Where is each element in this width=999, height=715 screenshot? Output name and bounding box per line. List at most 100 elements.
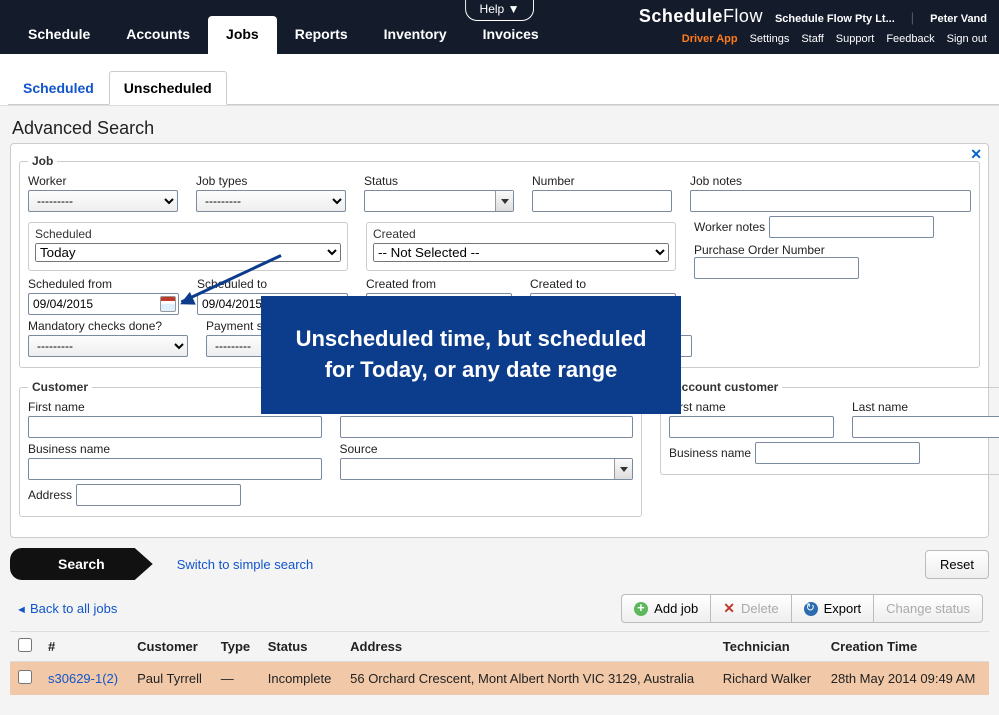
chevron-down-icon[interactable] <box>614 459 632 479</box>
acct-first-name-label: First name <box>669 400 834 414</box>
job-types-label: Job types <box>196 174 346 188</box>
customer-legend: Customer <box>28 380 92 394</box>
scheduled-from-label: Scheduled from <box>28 277 179 291</box>
acct-business-input[interactable] <box>755 442 920 464</box>
list-toolbar: Back to all jobs Add job ✕Delete Export … <box>10 580 989 631</box>
subtab-scheduled[interactable]: Scheduled <box>8 71 109 105</box>
content-area: Advanced Search ✕ Job Worker --------- J… <box>0 106 999 715</box>
link-driver-app[interactable]: Driver App <box>682 33 738 45</box>
chevron-down-icon[interactable] <box>495 191 513 211</box>
col-technician[interactable]: Technician <box>715 632 823 662</box>
acct-last-name-input[interactable] <box>852 416 999 438</box>
reset-button[interactable]: Reset <box>925 550 989 579</box>
col-num[interactable]: # <box>40 632 129 662</box>
nav-jobs[interactable]: Jobs <box>208 16 277 54</box>
created-group: Created -- Not Selected -- <box>366 222 676 271</box>
export-button[interactable]: Export <box>792 594 875 623</box>
cust-source-label: Source <box>340 442 634 456</box>
jobs-table: # Customer Type Status Address Technicia… <box>10 631 989 695</box>
mandatory-checks-select[interactable]: --------- <box>28 335 188 357</box>
worker-select[interactable]: --------- <box>28 190 178 212</box>
advanced-search-title: Advanced Search <box>12 118 989 139</box>
job-notes-input[interactable] <box>690 190 971 212</box>
cust-business-input[interactable] <box>28 458 322 480</box>
nav-inventory[interactable]: Inventory <box>366 16 465 54</box>
job-legend: Job <box>28 154 57 168</box>
cell-customer: Paul Tyrrell <box>129 662 213 696</box>
cust-first-name-input[interactable] <box>28 416 322 438</box>
po-number-input[interactable] <box>694 257 859 279</box>
cust-source-input[interactable] <box>340 458 634 480</box>
account-customer-legend: Account customer <box>669 380 782 394</box>
acct-business-label: Business name <box>669 446 751 460</box>
change-status-button[interactable]: Change status <box>874 594 983 623</box>
status-input[interactable] <box>364 190 514 212</box>
created-to-label: Created to <box>530 277 676 291</box>
nav-accounts[interactable]: Accounts <box>108 16 208 54</box>
separator: | <box>911 10 914 25</box>
number-label: Number <box>532 174 672 188</box>
delete-button[interactable]: ✕Delete <box>711 594 791 623</box>
main-nav: Schedule Accounts Jobs Reports Inventory… <box>10 16 557 54</box>
export-icon <box>804 602 818 616</box>
col-type[interactable]: Type <box>213 632 260 662</box>
acct-last-name-label: Last name <box>852 400 999 414</box>
po-number-label: Purchase Order Number <box>694 243 825 257</box>
job-notes-label: Job notes <box>690 174 971 188</box>
add-job-button[interactable]: Add job <box>621 594 711 623</box>
worker-notes-label: Worker notes <box>694 220 765 234</box>
search-button[interactable]: Search <box>10 548 153 580</box>
job-id-link[interactable]: s30629-1(2) <box>48 671 118 686</box>
cell-creation: 28th May 2014 09:49 AM <box>823 662 989 696</box>
cust-last-name-input[interactable] <box>340 416 634 438</box>
link-sign-out[interactable]: Sign out <box>947 33 987 45</box>
sub-tab-area: Scheduled Unscheduled <box>0 54 999 106</box>
link-support[interactable]: Support <box>836 33 875 45</box>
created-group-label: Created <box>373 227 669 241</box>
number-input[interactable] <box>532 190 672 212</box>
status-label: Status <box>364 174 514 188</box>
scheduled-select[interactable]: Today <box>35 243 341 262</box>
nav-reports[interactable]: Reports <box>277 16 366 54</box>
acct-first-name-input[interactable] <box>669 416 834 438</box>
link-settings[interactable]: Settings <box>750 33 790 45</box>
back-to-jobs-link[interactable]: Back to all jobs <box>16 601 117 616</box>
job-types-select[interactable]: --------- <box>196 190 346 212</box>
link-feedback[interactable]: Feedback <box>886 33 934 45</box>
cell-technician: Richard Walker <box>715 662 823 696</box>
x-icon: ✕ <box>723 600 735 617</box>
table-row[interactable]: s30629-1(2) Paul Tyrrell — Incomplete 56… <box>10 662 989 696</box>
col-customer[interactable]: Customer <box>129 632 213 662</box>
cell-type: — <box>213 662 260 696</box>
close-icon[interactable]: ✕ <box>970 146 982 163</box>
col-creation[interactable]: Creation Time <box>823 632 989 662</box>
select-all-checkbox[interactable] <box>18 638 32 652</box>
cell-status: Incomplete <box>260 662 342 696</box>
scheduled-from-input[interactable] <box>28 293 179 315</box>
search-actions: Search Switch to simple search Reset <box>10 548 989 580</box>
calendar-icon[interactable] <box>160 296 176 312</box>
switch-simple-link[interactable]: Switch to simple search <box>177 557 314 572</box>
user-name[interactable]: Peter Vand <box>930 13 987 25</box>
cust-address-input[interactable] <box>76 484 241 506</box>
row-checkbox[interactable] <box>18 670 32 684</box>
col-status[interactable]: Status <box>260 632 342 662</box>
scheduled-group-label: Scheduled <box>35 227 341 241</box>
worker-notes-input[interactable] <box>769 216 934 238</box>
cust-address-label: Address <box>28 488 72 502</box>
subtab-unscheduled[interactable]: Unscheduled <box>109 71 227 105</box>
brand-area: ScheduleFlow Schedule Flow Pty Lt... | P… <box>639 6 999 45</box>
nav-schedule[interactable]: Schedule <box>10 16 108 54</box>
annotation-callout: Unscheduled time, but scheduled for Toda… <box>261 296 681 414</box>
plus-icon <box>634 602 648 616</box>
created-from-label: Created from <box>366 277 512 291</box>
col-address[interactable]: Address <box>342 632 715 662</box>
nav-invoices[interactable]: Invoices <box>465 16 557 54</box>
scheduled-group: Scheduled Today <box>28 222 348 271</box>
company-name[interactable]: Schedule Flow Pty Lt... <box>775 13 895 25</box>
account-customer-fieldset: Account customer First name Last name Bu… <box>660 380 999 475</box>
search-panel: ✕ Job Worker --------- Job types -------… <box>10 143 989 538</box>
link-staff[interactable]: Staff <box>801 33 823 45</box>
brand-logo: ScheduleFlow <box>639 6 763 27</box>
created-select[interactable]: -- Not Selected -- <box>373 243 669 262</box>
